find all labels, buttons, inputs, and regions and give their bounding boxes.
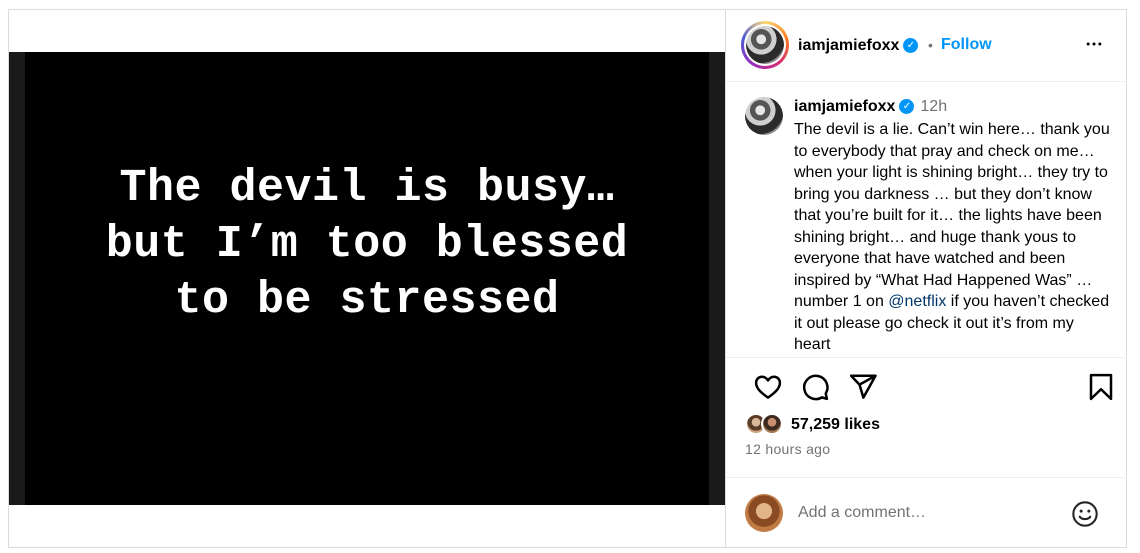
likes-count[interactable]: 57,259 likes: [791, 416, 880, 434]
post-caption: iamjamiefoxx ✓ 12h The devil is a lie. Can…: [726, 82, 1127, 358]
author-avatar: [746, 26, 784, 64]
action-bar: [726, 372, 1127, 408]
post-age[interactable]: 12 hours ago: [745, 441, 830, 457]
comment-input[interactable]: [798, 502, 1058, 524]
separator-dot: •: [928, 37, 933, 53]
media-line-3: to be stressed: [174, 275, 560, 326]
caption-author-avatar[interactable]: [745, 97, 783, 135]
liker-avatar: [761, 413, 783, 435]
author-username-text[interactable]: iamjamiefoxx: [798, 37, 899, 54]
media-text: The devil is busy… but I’m too blessed t…: [9, 161, 725, 329]
more-horizontal-icon[interactable]: [1083, 34, 1105, 54]
caption-header: iamjamiefoxx ✓ 12h: [794, 98, 947, 116]
follow-button[interactable]: Follow: [941, 36, 992, 54]
current-user-avatar: [745, 494, 783, 532]
post-frame: The devil is busy… but I’m too blessed t…: [8, 9, 1127, 548]
smiley-icon[interactable]: [1071, 500, 1099, 528]
media-line-1: The devil is busy…: [119, 163, 615, 214]
comment-bar: [726, 477, 1127, 547]
post-media[interactable]: The devil is busy… but I’m too blessed t…: [9, 10, 725, 547]
heart-icon[interactable]: [753, 372, 783, 402]
caption-text-part: The devil is a lie. Can’t win here… than…: [794, 121, 1110, 310]
share-icon[interactable]: [848, 372, 878, 402]
author-avatar-story-ring[interactable]: [741, 21, 789, 69]
post-header: iamjamiefoxx ✓ • Follow: [726, 10, 1127, 82]
author-username[interactable]: iamjamiefoxx ✓: [798, 37, 919, 55]
comment-icon[interactable]: [800, 372, 830, 402]
verified-badge-icon: ✓: [903, 38, 919, 54]
media-line-2: but I’m too blessed: [105, 219, 629, 270]
post-side-panel: iamjamiefoxx ✓ • Follow iamjamiefoxx ✓ 12h …: [725, 10, 1127, 547]
caption-timestamp[interactable]: 12h: [920, 98, 947, 115]
caption-username[interactable]: iamjamiefoxx: [794, 98, 895, 115]
verified-badge-icon: ✓: [899, 99, 915, 115]
bookmark-icon[interactable]: [1086, 372, 1116, 402]
mention-link[interactable]: @netflix: [888, 293, 946, 310]
caption-text: The devil is a lie. Can’t win here… than…: [794, 119, 1112, 356]
